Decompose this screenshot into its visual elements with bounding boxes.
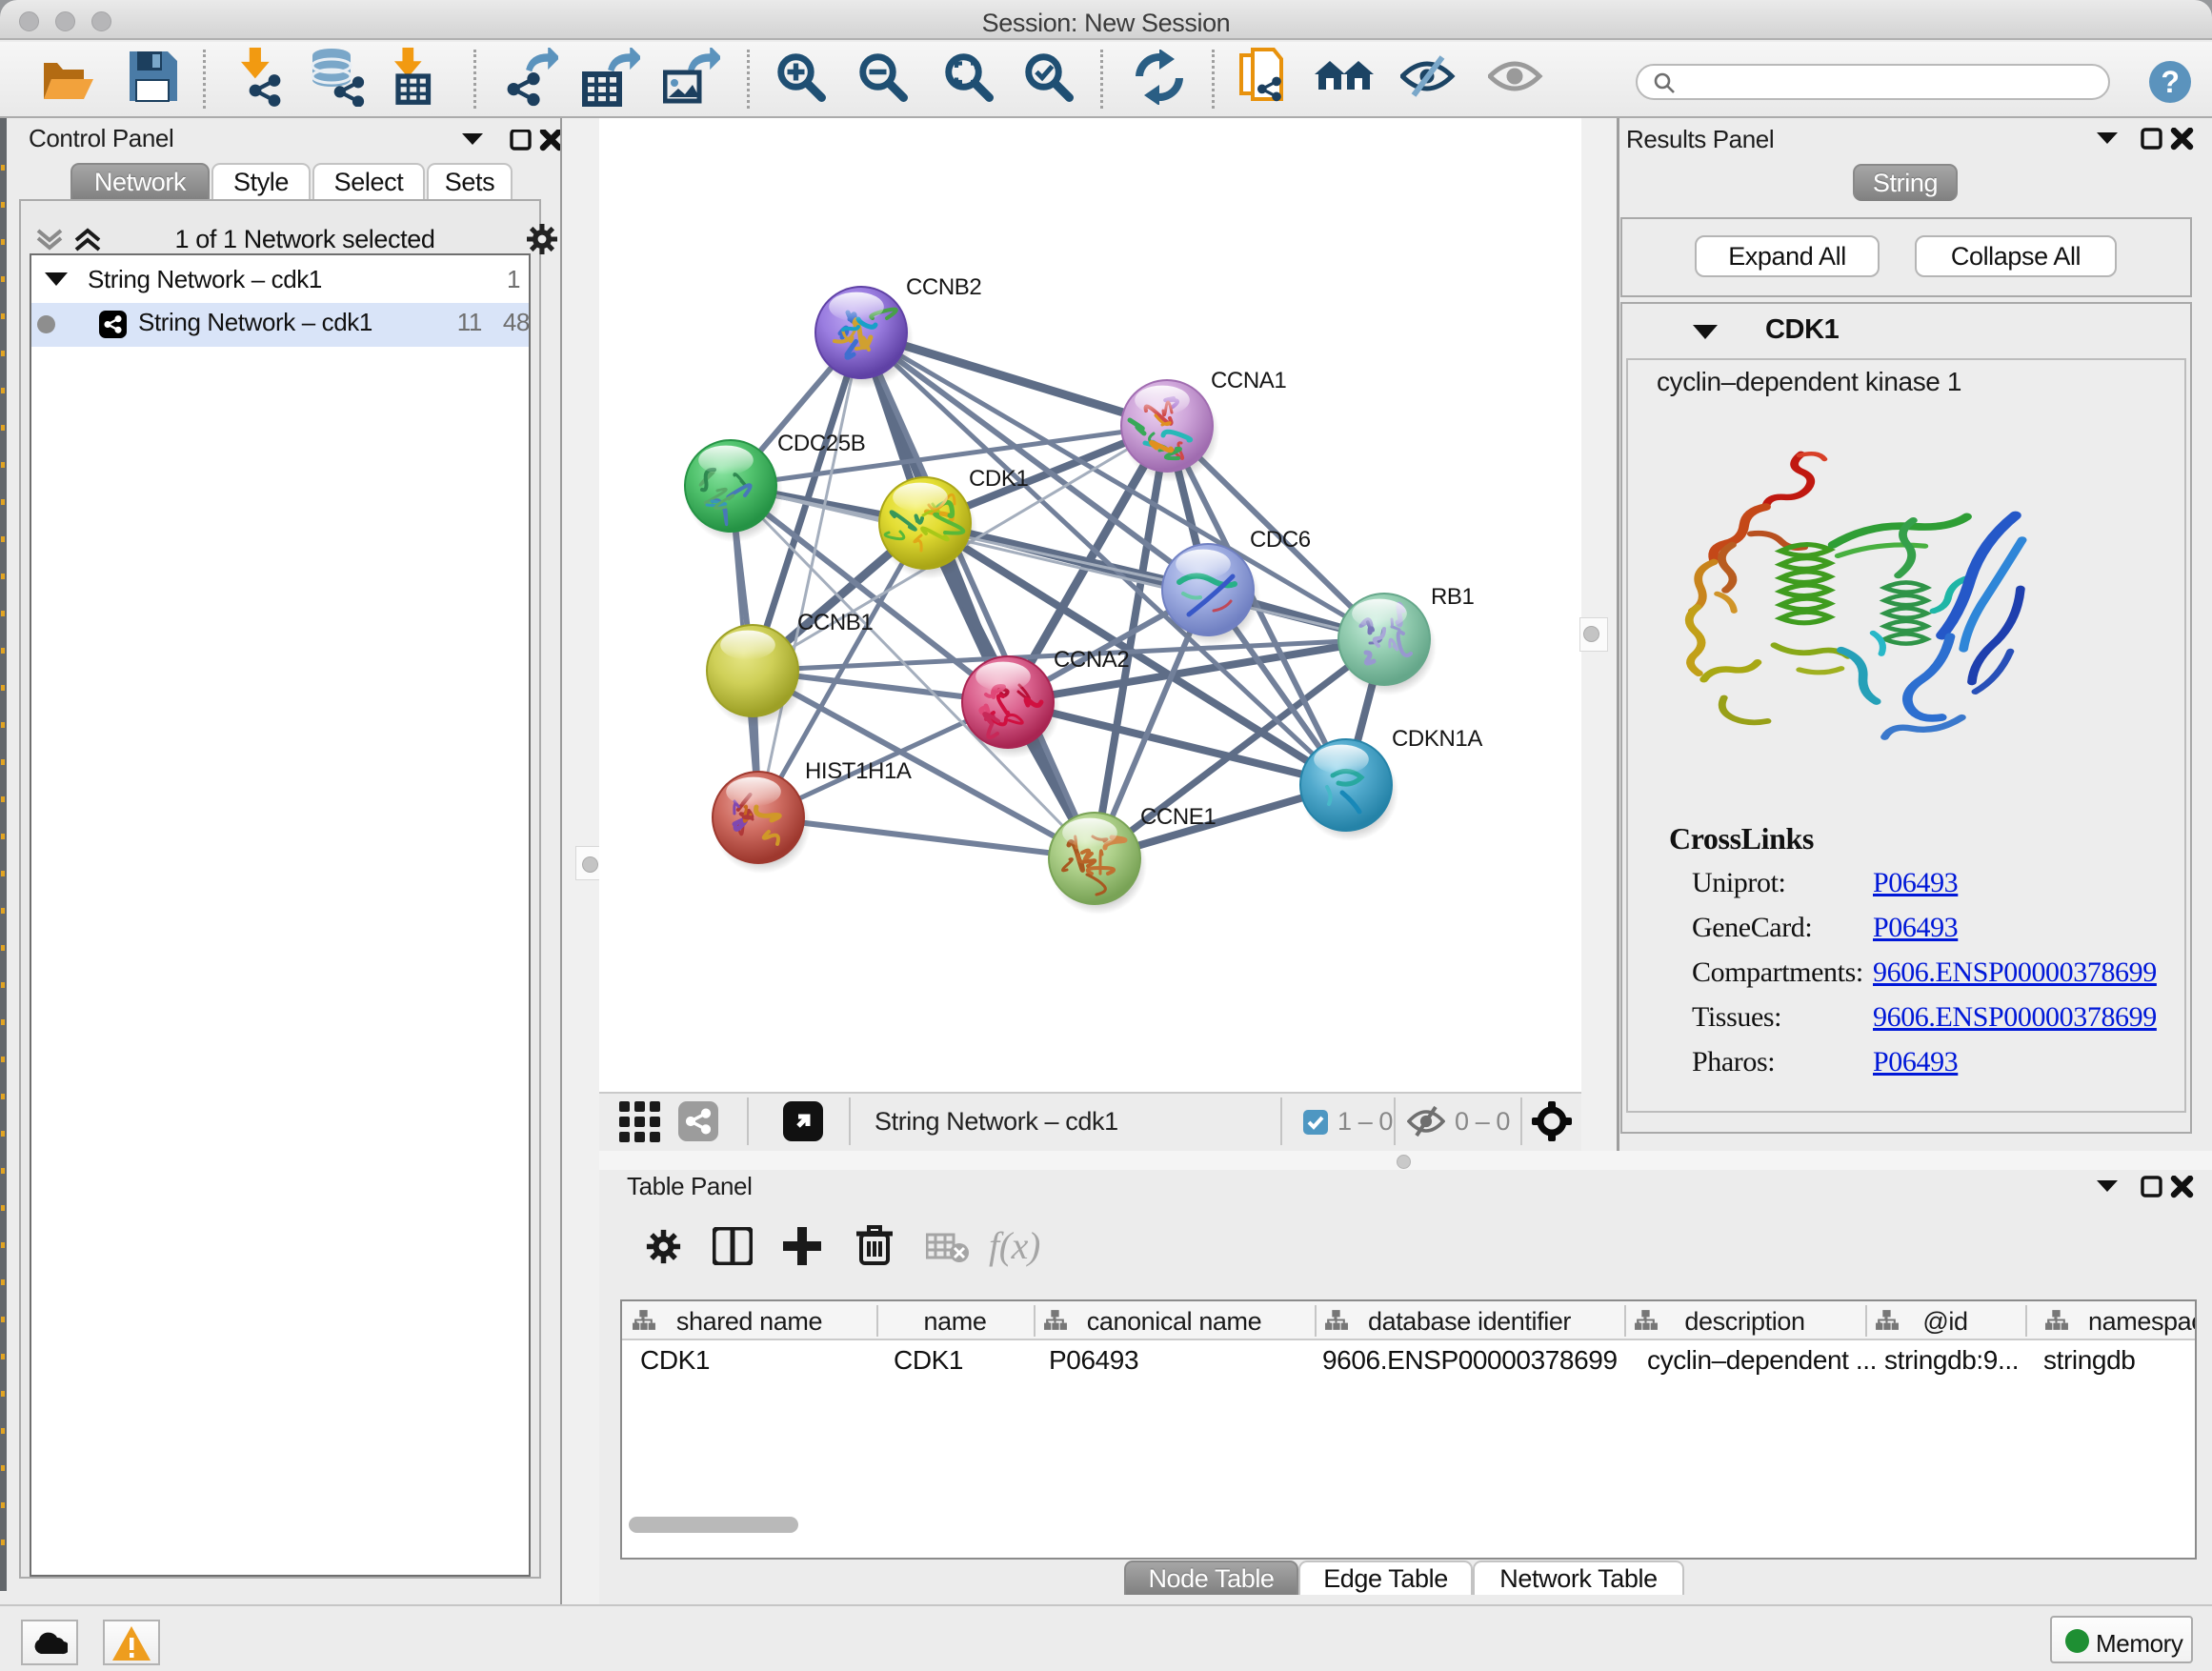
svg-text:CCNB1: CCNB1	[797, 610, 873, 635]
svg-text:CDC6: CDC6	[1250, 527, 1311, 553]
svg-text:CCNA1: CCNA1	[1211, 368, 1286, 393]
svg-text:RB1: RB1	[1431, 584, 1475, 610]
svg-text:CCNA2: CCNA2	[1054, 647, 1129, 673]
svg-text:HIST1H1A: HIST1H1A	[805, 758, 912, 784]
svg-text:CDK1: CDK1	[969, 466, 1028, 492]
svg-text:CDC25B: CDC25B	[777, 431, 865, 456]
svg-text:CCNB2: CCNB2	[906, 274, 981, 300]
svg-text:CCNE1: CCNE1	[1140, 804, 1216, 830]
svg-text:CDKN1A: CDKN1A	[1392, 726, 1482, 752]
